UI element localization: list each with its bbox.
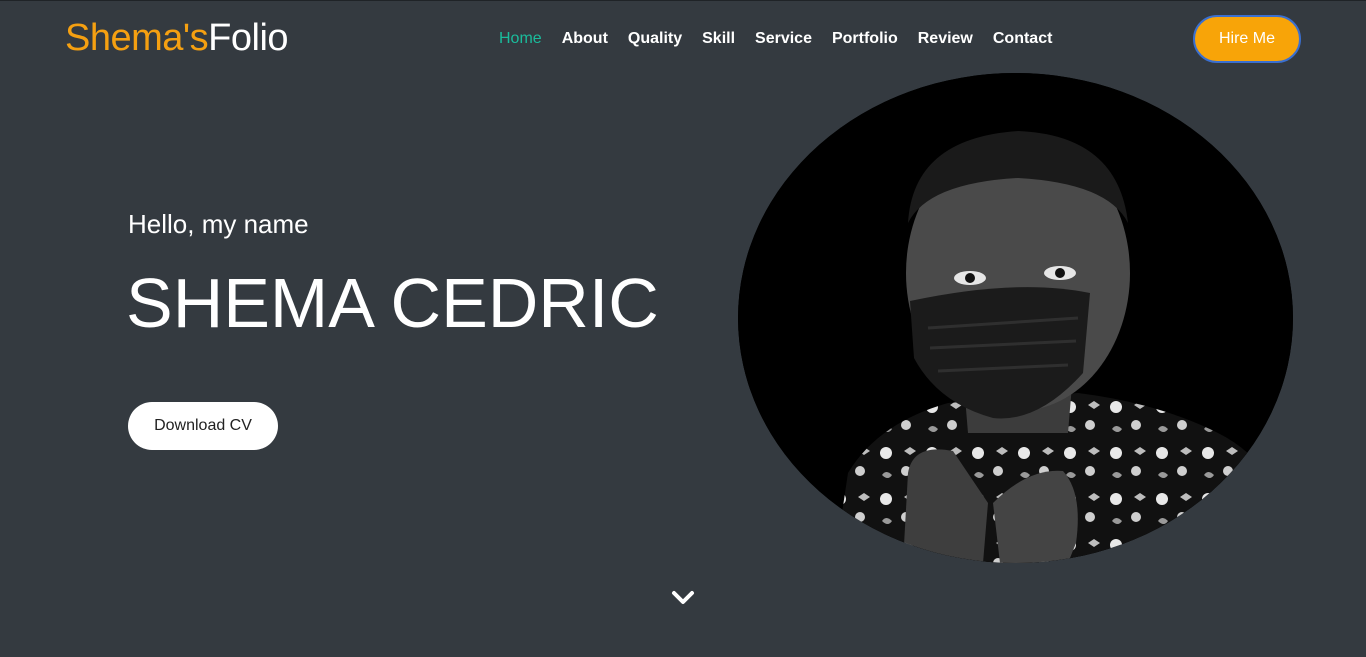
nav-service[interactable]: Service [755,29,812,49]
nav-about[interactable]: About [562,29,608,49]
download-cv-button[interactable]: Download CV [128,402,278,450]
nav-quality[interactable]: Quality [628,29,682,49]
hire-me-button[interactable]: Hire Me [1193,15,1301,63]
scroll-down-button[interactable] [671,586,695,608]
main-nav: Home About Quality Skill Service Portfol… [499,29,1052,49]
nav-contact[interactable]: Contact [993,29,1053,49]
nav-home[interactable]: Home [499,29,542,49]
hero-name: SHEMA CEDRIC [126,264,659,342]
hero-greeting: Hello, my name [128,209,309,239]
nav-review[interactable]: Review [918,29,973,49]
chevron-down-icon [672,591,694,604]
nav-skill[interactable]: Skill [702,29,735,49]
brand-logo[interactable]: Shema'sFolio [65,15,289,61]
profile-photo [738,73,1293,563]
page: Shema'sFolio Home About Quality Skill Se… [0,0,1366,657]
brand-logo-part1: Shema's [65,17,209,59]
profile-photo-illustration [738,73,1293,563]
nav-portfolio[interactable]: Portfolio [832,29,898,49]
brand-logo-part2: Folio [208,17,289,59]
